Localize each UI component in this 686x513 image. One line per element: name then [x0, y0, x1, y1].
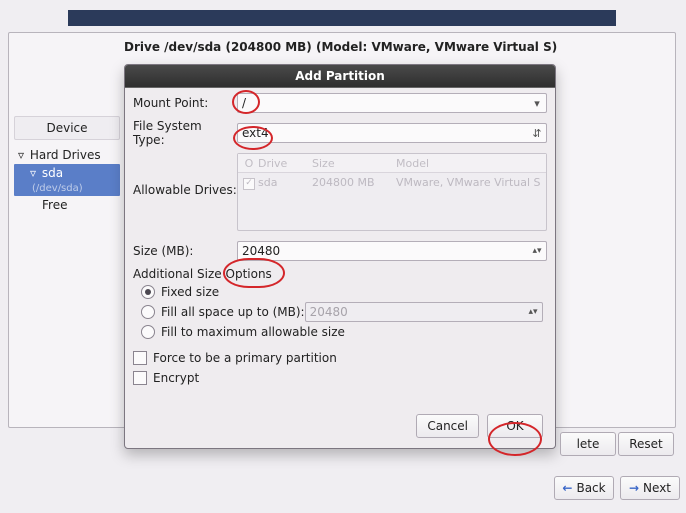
dialog-title: Add Partition [125, 65, 555, 88]
radio-fill-up-to[interactable]: Fill all space up to (MB): 20480 ▴▾ [141, 303, 547, 321]
tree-sda-label: sda [42, 166, 63, 180]
drive-table-row[interactable]: ✓ sda 204800 MB VMware, VMware Virtual S [238, 173, 546, 191]
col-size: Size [312, 157, 396, 170]
next-button-label: Next [643, 481, 671, 495]
tree-sda-path: (/dev/sda) [32, 183, 83, 194]
radio-fixed-label: Fixed size [161, 285, 219, 299]
size-options-group: Additional Size Options [133, 267, 547, 281]
radio-fill-max[interactable]: Fill to maximum allowable size [141, 323, 547, 341]
tree-hard-drives[interactable]: ▿ Hard Drives [14, 146, 120, 164]
drive-table-header: O Drive Size Model [238, 154, 546, 173]
tree-sda[interactable]: ▿ sda (/dev/sda) [14, 164, 120, 196]
drive-size: 204800 MB [312, 176, 396, 189]
drive-model: VMware, VMware Virtual S [396, 176, 544, 189]
device-column: Device ▿ Hard Drives ▿ sda (/dev/sda) Fr… [14, 116, 120, 214]
delete-button[interactable]: lete [560, 432, 616, 456]
tree-free[interactable]: Free [14, 196, 120, 214]
ok-button[interactable]: OK [487, 414, 543, 438]
col-check: O [240, 157, 258, 170]
size-input[interactable]: 20480 ▴▾ [237, 241, 547, 261]
radio-fillupto-label: Fill all space up to (MB): [161, 305, 305, 319]
fs-type-value: ext4 [242, 126, 269, 140]
ok-button-label: OK [506, 419, 523, 433]
mount-point-combo[interactable]: / ▾ [237, 93, 547, 113]
reset-button-label: Reset [629, 437, 663, 451]
up-down-icon[interactable]: ⇵ [530, 125, 544, 141]
allowable-drives-table[interactable]: O Drive Size Model ✓ sda 204800 MB VMwar… [237, 153, 547, 231]
drive-info-label: Drive /dev/sda (204800 MB) (Model: VMwar… [124, 40, 557, 54]
arrow-left-icon [562, 481, 576, 495]
cancel-button-label: Cancel [427, 419, 468, 433]
device-header: Device [14, 116, 120, 140]
mount-point-label: Mount Point: [133, 96, 237, 110]
top-header-bar [68, 10, 616, 26]
radio-icon[interactable] [141, 285, 155, 299]
radio-icon[interactable] [141, 305, 155, 319]
checkbox-icon[interactable] [133, 351, 147, 365]
drive-name: sda [258, 176, 312, 189]
size-label: Size (MB): [133, 244, 237, 258]
checkbox-icon[interactable] [133, 371, 147, 385]
radio-fillmax-label: Fill to maximum allowable size [161, 325, 345, 339]
fill-up-to-value: 20480 [310, 305, 348, 319]
col-drive: Drive [258, 157, 312, 170]
tree-toggle-icon[interactable]: ▿ [16, 148, 26, 162]
tree-free-label: Free [42, 198, 67, 212]
drive-checkbox-sda[interactable]: ✓ [243, 178, 255, 190]
check-primary[interactable]: Force to be a primary partition [133, 349, 547, 367]
radio-icon[interactable] [141, 325, 155, 339]
back-button-label: Back [576, 481, 605, 495]
fs-type-combo[interactable]: ext4 ⇵ [237, 123, 547, 143]
tree-toggle-icon[interactable]: ▿ [28, 166, 38, 180]
radio-fixed-size[interactable]: Fixed size [141, 283, 547, 301]
fill-up-to-spin: 20480 ▴▾ [305, 302, 543, 322]
allowable-drives-label: Allowable Drives: [133, 153, 237, 197]
chevron-down-icon[interactable]: ▾ [530, 95, 544, 111]
next-button[interactable]: Next [620, 476, 680, 500]
check-encrypt[interactable]: Encrypt [133, 369, 547, 387]
fs-type-label: File System Type: [133, 119, 237, 147]
check-primary-label: Force to be a primary partition [153, 351, 337, 365]
reset-button[interactable]: Reset [618, 432, 674, 456]
back-button[interactable]: Back [554, 476, 614, 500]
size-value: 20480 [242, 244, 280, 258]
delete-button-label: lete [577, 437, 600, 451]
add-partition-dialog: Add Partition Mount Point: / ▾ File Syst… [124, 64, 556, 449]
cancel-button[interactable]: Cancel [416, 414, 479, 438]
spin-buttons: ▴▾ [526, 304, 540, 320]
check-encrypt-label: Encrypt [153, 371, 199, 385]
tree-hard-drives-label: Hard Drives [30, 148, 101, 162]
mount-point-value: / [242, 96, 246, 110]
col-model: Model [396, 157, 544, 170]
spin-buttons[interactable]: ▴▾ [530, 243, 544, 259]
arrow-right-icon [629, 481, 643, 495]
